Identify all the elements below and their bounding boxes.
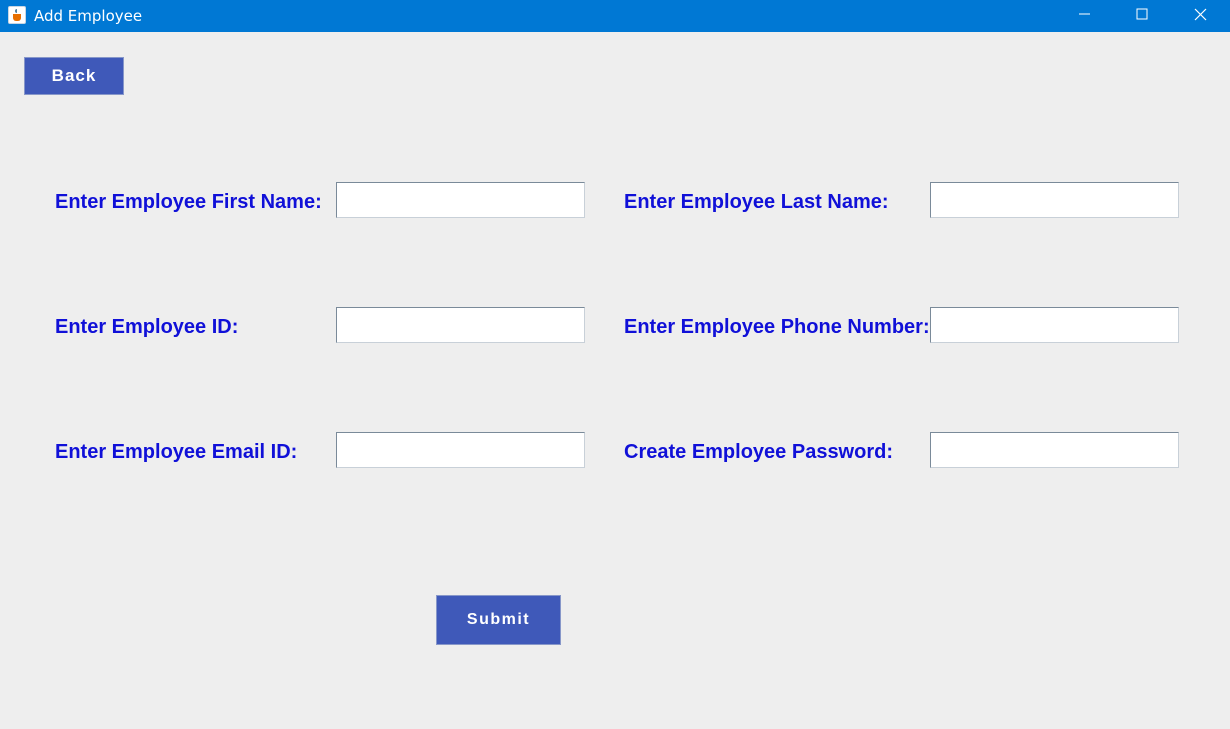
minimize-icon: [1079, 13, 1090, 15]
window-title: Add Employee: [34, 7, 143, 25]
employee-id-label: Enter Employee ID:: [55, 316, 239, 338]
password-label: Create Employee Password:: [624, 441, 893, 463]
java-icon: [8, 6, 26, 24]
last-name-label: Enter Employee Last Name:: [624, 191, 889, 213]
maximize-button[interactable]: [1113, 0, 1171, 32]
employee-id-field[interactable]: [336, 307, 585, 343]
submit-button[interactable]: Submit: [436, 595, 561, 645]
password-field[interactable]: [930, 432, 1179, 468]
maximize-icon: [1136, 8, 1148, 20]
first-name-field[interactable]: [336, 182, 585, 218]
email-id-label: Enter Employee Email ID:: [55, 441, 298, 463]
phone-number-field[interactable]: [930, 307, 1179, 343]
last-name-field[interactable]: [930, 182, 1179, 218]
minimize-button[interactable]: [1055, 0, 1113, 32]
phone-number-label: Enter Employee Phone Number:: [624, 316, 930, 338]
title-bar: Add Employee: [0, 0, 1230, 32]
back-button[interactable]: Back: [24, 57, 124, 95]
close-button[interactable]: [1172, 0, 1230, 32]
close-icon: [1194, 8, 1207, 21]
email-id-field[interactable]: [336, 432, 585, 468]
first-name-label: Enter Employee First Name:: [55, 191, 322, 213]
